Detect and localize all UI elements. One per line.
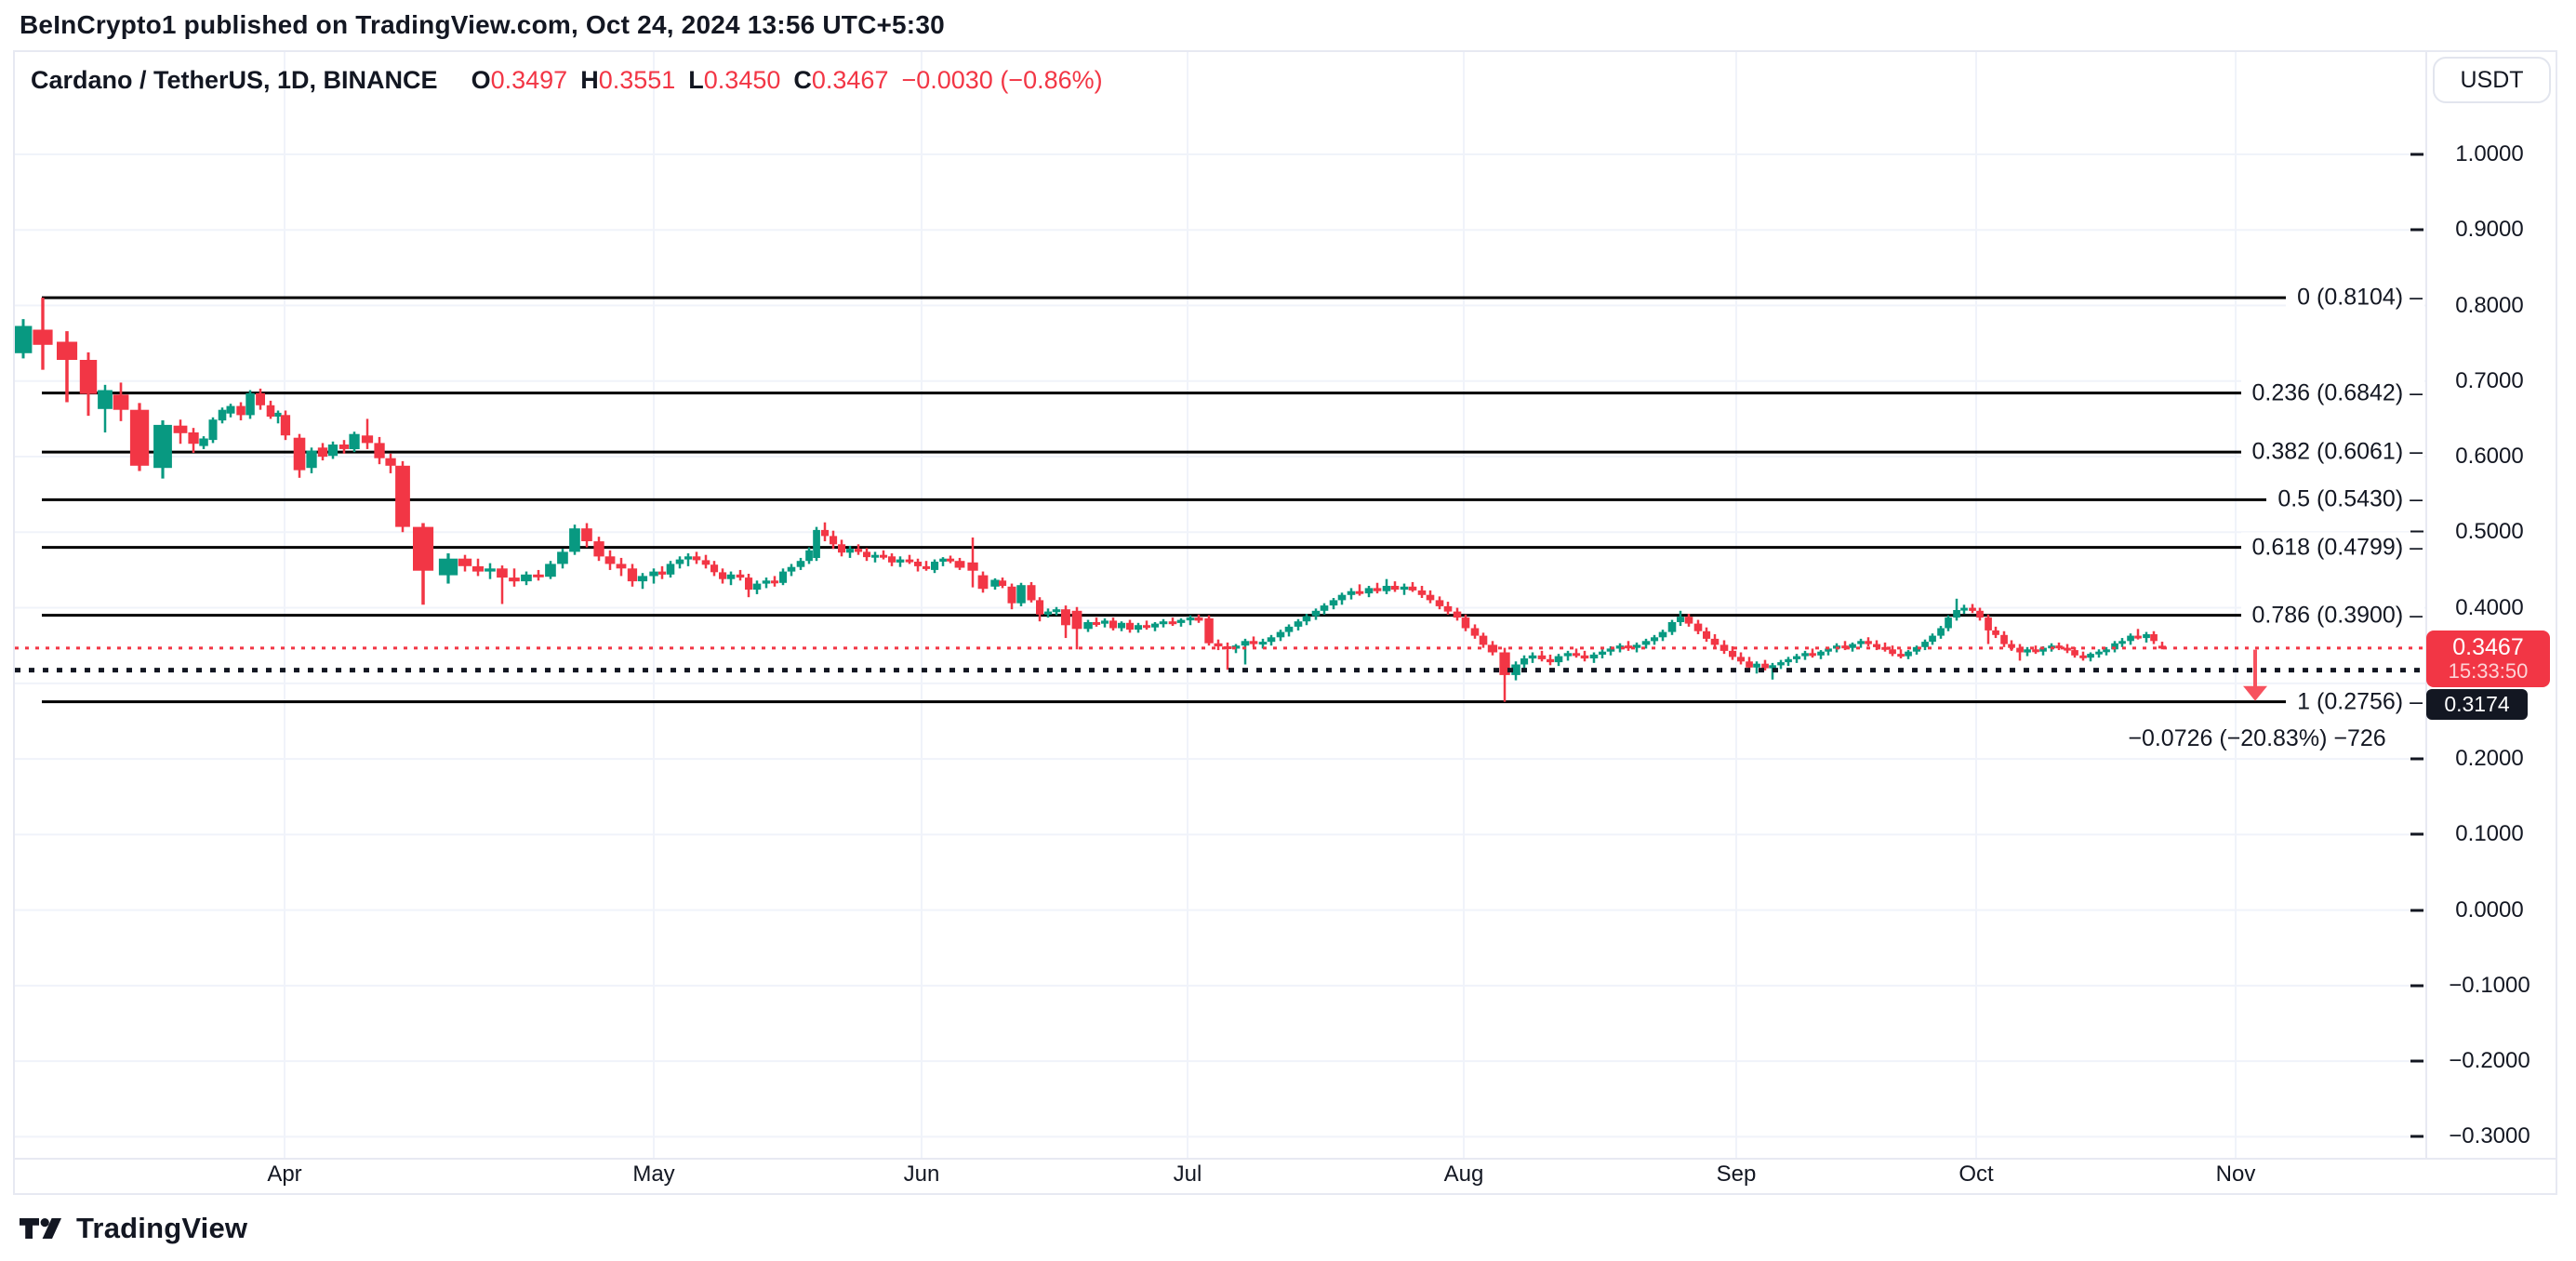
price-axis-tick xyxy=(2410,909,2423,911)
fib-level-label: 0.236 (0.6842) – xyxy=(2241,378,2424,408)
currency-toggle-button[interactable]: USDT xyxy=(2433,57,2551,103)
price-axis-label: 0.2000 xyxy=(2423,746,2556,772)
fib-level-label: 0 (0.8104) – xyxy=(2286,283,2424,313)
price-axis-tick xyxy=(2410,229,2423,232)
level-price-badge[interactable]: 0.3174 xyxy=(2426,689,2528,720)
fib-level-label: 1 (0.2756) – xyxy=(2286,686,2424,717)
month-axis-label: Nov xyxy=(2216,1161,2256,1188)
price-axis-tick xyxy=(2410,1060,2423,1063)
low-label: L xyxy=(688,66,704,95)
chart-border-right xyxy=(2556,50,2557,1195)
price-axis-label: 0.7000 xyxy=(2423,368,2556,394)
tradingview-logo-text: TradingView xyxy=(76,1212,247,1245)
price-axis-label: 0.1000 xyxy=(2423,821,2556,847)
close-value: 0.3467 xyxy=(812,66,889,95)
price-axis-tick xyxy=(2410,153,2423,156)
chart-border-top xyxy=(13,50,2557,52)
chart-border-bottom xyxy=(13,1193,2557,1195)
last-price-value: 0.3467 xyxy=(2452,634,2523,660)
price-axis-tick xyxy=(2410,758,2423,761)
attribution-header: BeInCrypto1 published on TradingView.com… xyxy=(20,10,945,40)
price-axis-label: 0.4000 xyxy=(2423,595,2556,621)
bar-countdown: 15:33:50 xyxy=(2449,660,2529,684)
month-axis-label: Apr xyxy=(267,1161,301,1188)
month-axis-label: Jul xyxy=(1174,1161,1202,1188)
low-value: 0.3450 xyxy=(704,66,781,95)
open-label: O xyxy=(471,66,491,95)
fib-level-label: 0.786 (0.3900) – xyxy=(2241,600,2424,630)
month-axis-label: Sep xyxy=(1717,1161,1757,1188)
price-axis-label: −0.1000 xyxy=(2423,973,2556,999)
month-axis-label: Jun xyxy=(904,1161,940,1188)
high-label: H xyxy=(580,66,599,95)
change-value: −0.0030 (−0.86%) xyxy=(901,66,1102,95)
candlestick-chart-canvas[interactable] xyxy=(0,0,2576,1261)
last-price-badge[interactable]: 0.3467 15:33:50 xyxy=(2426,630,2550,687)
price-axis-label: −0.2000 xyxy=(2423,1048,2556,1074)
open-value: 0.3497 xyxy=(491,66,568,95)
price-axis-label: 0.6000 xyxy=(2423,444,2556,470)
tradingview-snapshot: BeInCrypto1 published on TradingView.com… xyxy=(0,0,2576,1261)
price-axis-label: 0.8000 xyxy=(2423,293,2556,319)
price-axis-tick xyxy=(2410,984,2423,987)
fib-level-label: 0.382 (0.6061) – xyxy=(2241,437,2424,468)
price-axis-label: 0.5000 xyxy=(2423,519,2556,545)
close-label: C xyxy=(793,66,812,95)
time-axis-separator xyxy=(13,1158,2557,1160)
price-axis-tick xyxy=(2410,833,2423,836)
price-axis-label: 1.0000 xyxy=(2423,141,2556,167)
month-axis-label: Oct xyxy=(1959,1161,1993,1188)
measure-annotation: −0.0726 (−20.83%) −726 xyxy=(2128,725,2385,752)
symbol-title: Cardano / TetherUS, 1D, BINANCE xyxy=(31,66,438,95)
high-value: 0.3551 xyxy=(599,66,676,95)
price-axis-label: −0.3000 xyxy=(2423,1123,2556,1149)
fib-level-label: 0.5 (0.5430) – xyxy=(2266,484,2424,515)
month-axis-label: Aug xyxy=(1444,1161,1484,1188)
month-axis-label: May xyxy=(632,1161,674,1188)
price-axis-label: 0.9000 xyxy=(2423,217,2556,243)
price-axis-label: 0.0000 xyxy=(2423,897,2556,923)
chart-border-left xyxy=(13,50,15,1195)
price-axis-tick xyxy=(2410,1135,2423,1138)
fib-level-label: 0.618 (0.4799) – xyxy=(2241,532,2424,563)
symbol-legend: Cardano / TetherUS, 1D, BINANCE O0.3497 … xyxy=(31,66,1103,95)
tradingview-logo[interactable]: TradingView xyxy=(20,1212,247,1245)
tradingview-logo-icon xyxy=(20,1218,64,1240)
